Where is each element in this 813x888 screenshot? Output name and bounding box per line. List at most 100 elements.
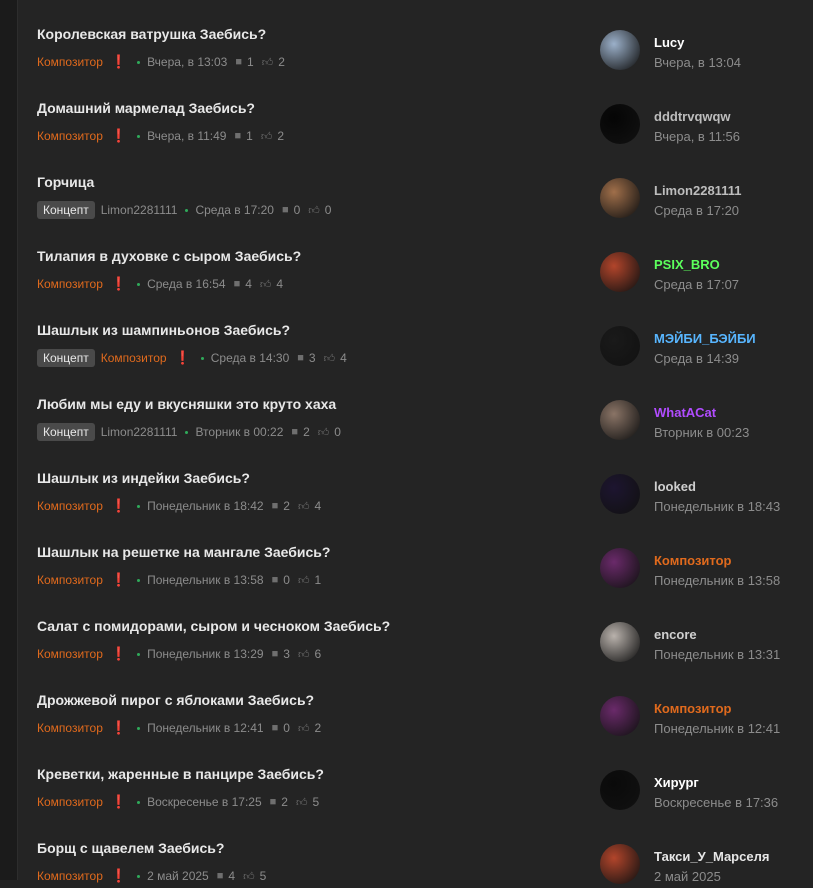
thread-row[interactable]: Шашлык из индейки Заебись? Композитор ❗ … [17,444,813,518]
status-dot [137,874,141,878]
avatar[interactable] [600,400,640,440]
thread-title[interactable]: Шашлык из шампиньонов Заебись? [37,322,290,338]
author-link[interactable]: Композитор [101,351,167,365]
last-user-name[interactable]: Limon2281111 [654,183,741,198]
thread-row[interactable]: Шашлык из шампиньонов Заебись? Концепт К… [17,296,813,370]
last-user-name[interactable]: PSIX_BRO [654,257,720,272]
thread-time: Воскресенье в 17:25 [147,795,262,809]
thread-row[interactable]: Домашний мармелад Заебись? Композитор ❗ … [17,74,813,148]
last-post-time: Вторник в 00:23 [654,425,750,440]
author-link[interactable]: Композитор [37,573,103,587]
tag-badge[interactable]: Концепт [37,201,95,219]
last-user-name[interactable]: WhatACat [654,405,716,420]
status-dot [185,208,189,212]
thread-row[interactable]: Любим мы еду и вкусняшки это круто хаха … [17,370,813,444]
like-count: 2 [277,129,284,143]
status-dot [137,282,141,286]
thread-title[interactable]: Любим мы еду и вкусняшки это круто хаха [37,396,336,412]
author-link[interactable]: Композитор [37,499,103,513]
thread-title[interactable]: Горчица [37,174,94,190]
thread-meta: Композитор ❗ Понедельник в 12:41 ■ 0 👍︎ … [37,718,321,738]
thread-title[interactable]: Креветки, жаренные в панцире Заебись? [37,766,324,782]
comment-icon: ■ [291,426,299,438]
avatar[interactable] [600,326,640,366]
like-count: 6 [314,647,322,661]
avatar[interactable] [600,696,640,736]
thread-meta: Концепт Композитор ❗ Среда в 14:30 ■ 3 👍… [37,348,347,368]
thread-meta: Концепт Limon2281111 Вторник в 00:22 ■ 2… [37,422,341,442]
like-count: 4 [340,351,347,365]
last-user-name[interactable]: encore [654,627,697,642]
author-link[interactable]: Композитор [37,795,103,809]
author-link[interactable]: Композитор [37,277,103,291]
avatar[interactable] [600,770,640,810]
badge-exclaim-icon: ❗ [110,276,128,291]
thread-title[interactable]: Шашлык из индейки Заебись? [37,470,250,486]
thread-title[interactable]: Дрожжевой пирог с яблоками Заебись? [37,692,314,708]
last-user-name[interactable]: looked [654,479,696,494]
thread-row[interactable]: Борщ с щавелем Заебись? Композитор ❗ 2 м… [17,814,813,888]
status-dot [185,430,189,434]
reply-count: 3 [283,647,290,661]
last-user-name[interactable]: Lucy [654,35,684,50]
avatar[interactable] [600,252,640,292]
thread-meta: Композитор ❗ Вчера, в 13:03 ■ 1 👍︎ 2 [37,52,285,72]
author-link[interactable]: Композитор [37,869,103,883]
thread-row[interactable]: Королевская ватрушка Заебись? Композитор… [17,0,813,74]
thread-row[interactable]: Тилапия в духовке с сыром Заебись? Компо… [17,222,813,296]
thread-title[interactable]: Королевская ватрушка Заебись? [37,26,266,42]
comment-icon: ■ [271,722,279,734]
thread-title[interactable]: Салат с помидорами, сыром и чесноком Зае… [37,618,390,634]
thread-time: Среда в 17:20 [195,203,274,217]
thread-title[interactable]: Шашлык на решетке на мангале Заебись? [37,544,330,560]
last-user-name[interactable]: Такси_У_Марселя [654,849,769,864]
thread-title[interactable]: Тилапия в духовке с сыром Заебись? [37,248,301,264]
author-link[interactable]: Limon2281111 [101,425,178,439]
last-user-name[interactable]: Композитор [654,553,731,568]
thread-row[interactable]: Креветки, жаренные в панцире Заебись? Ко… [17,740,813,814]
status-dot [137,60,141,64]
thread-row[interactable]: Горчица Концепт Limon2281111 Среда в 17:… [17,148,813,222]
tag-badge[interactable]: Концепт [37,349,95,367]
author-link[interactable]: Композитор [37,647,103,661]
avatar[interactable] [600,844,640,884]
tag-badge[interactable]: Концепт [37,423,95,441]
avatar[interactable] [600,178,640,218]
avatar[interactable] [600,474,640,514]
last-user-name[interactable]: dddtrvqwqw [654,109,731,124]
comment-icon: ■ [269,796,277,808]
thread-row[interactable]: Шашлык на решетке на мангале Заебись? Ко… [17,518,813,592]
thread-meta: Композитор ❗ Понедельник в 13:58 ■ 0 👍︎ … [37,570,321,590]
like-icon: 👍︎ [243,870,255,883]
thread-time: Понедельник в 18:42 [147,499,264,513]
last-user-name[interactable]: Композитор [654,701,731,716]
thread-time: Вторник в 00:22 [195,425,284,439]
avatar[interactable] [600,30,640,70]
avatar[interactable] [600,622,640,662]
like-icon: 👍︎ [297,500,310,513]
thread-row[interactable]: Салат с помидорами, сыром и чесноком Зае… [17,592,813,666]
last-user-name[interactable]: Хирург [654,775,699,790]
thread-title[interactable]: Борщ с щавелем Заебись? [37,840,224,856]
reply-count: 0 [283,721,290,735]
comment-icon: ■ [216,870,224,882]
author-link[interactable]: Композитор [37,55,103,69]
status-dot [200,356,204,360]
author-link[interactable]: Композитор [37,129,103,143]
thread-title[interactable]: Домашний мармелад Заебись? [37,100,255,116]
reply-count: 1 [247,55,254,69]
badge-exclaim-icon: ❗ [110,794,128,809]
author-link[interactable]: Limon2281111 [101,203,178,217]
avatar[interactable] [600,548,640,588]
author-link[interactable]: Композитор [37,721,103,735]
avatar[interactable] [600,104,640,144]
thread-time: Среда в 14:30 [210,351,290,365]
last-post-time: Среда в 17:20 [654,203,740,218]
like-icon: 👍︎ [259,278,272,291]
badge-exclaim-icon: ❗ [110,868,128,883]
like-icon: 👍︎ [261,56,274,69]
like-icon: 👍︎ [297,722,310,735]
thread-row[interactable]: Дрожжевой пирог с яблоками Заебись? Комп… [17,666,813,740]
badge-exclaim-icon: ❗ [110,646,128,661]
last-user-name[interactable]: МЭЙБИ_БЭЙБИ [654,331,756,346]
